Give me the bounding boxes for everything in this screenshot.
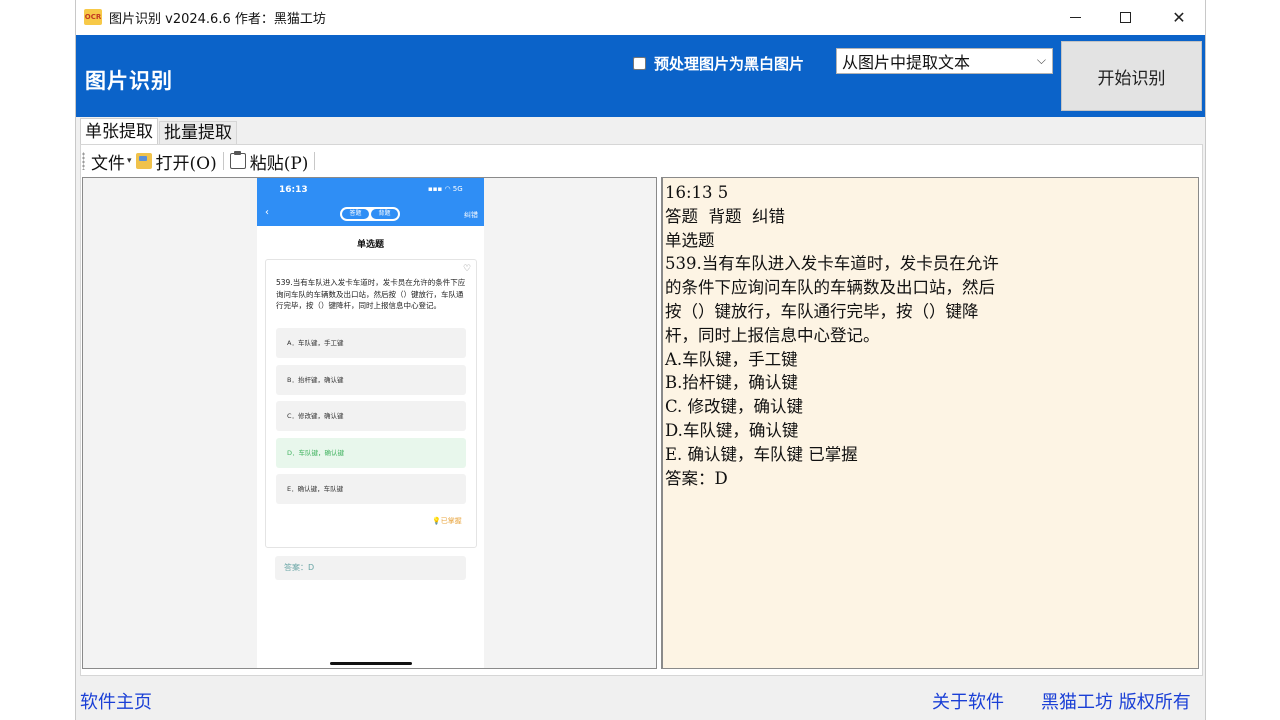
app-header: 图片识别 预处理图片为黑白图片 从图片中提取文本 ⌵ 开始识别 xyxy=(76,35,1205,117)
phone-option-correct: D．车队键，确认键 xyxy=(276,438,466,468)
lightbulb-icon: 💡 xyxy=(432,517,441,525)
clipboard-icon xyxy=(229,151,246,169)
ocr-result-text[interactable]: 16:13 5 答题 背题 纠错 单选题 539.当有车队进入发卡车道时，发卡员… xyxy=(665,181,999,490)
phone-option: C．修改键，确认键 xyxy=(276,401,466,431)
dropdown-arrow-icon: ▾ xyxy=(127,156,132,166)
open-button-label: 打开(O) xyxy=(155,153,217,174)
phone-fix-label: 纠错 xyxy=(464,211,478,219)
app-window: OCR 图片识别 v2024.6.6 作者：黑猫工坊 ✕ 图片识别 预处理图片为… xyxy=(75,0,1206,720)
toolbar-separator xyxy=(314,152,316,170)
phone-question-card: ♡ 539.当有车队进入发卡车道时，发卡员在允许的条件下应询问车队的车辆数及出口… xyxy=(265,259,477,548)
ocr-result-textbox[interactable]: 16:13 5 答题 背题 纠错 单选题 539.当有车队进入发卡车道时，发卡员… xyxy=(661,177,1199,669)
tab-batch-extract[interactable]: 批量提取 xyxy=(159,121,237,144)
preprocess-checkbox-label[interactable]: 预处理图片为黑白图片 xyxy=(654,53,804,74)
phone-home-indicator xyxy=(330,662,412,665)
paste-button-label: 粘贴(P) xyxy=(249,153,309,174)
ocr-app-icon: OCR xyxy=(84,9,102,25)
tab-strip: 单张提取 批量提取 xyxy=(80,118,237,144)
software-home-link[interactable]: 软件主页 xyxy=(80,688,152,714)
phone-option: B．抬杆键，确认键 xyxy=(276,365,466,395)
phone-toggle-memorize: 背题 xyxy=(371,209,398,219)
tab-single-extract[interactable]: 单张提取 xyxy=(80,118,158,144)
phone-heading: 单选题 xyxy=(356,240,384,250)
phone-time: 16:13 xyxy=(279,185,308,195)
file-menu-label: 文件 xyxy=(91,153,125,174)
maximize-button[interactable] xyxy=(1098,0,1152,35)
phone-option: A．车队键，手工键 xyxy=(276,328,466,358)
open-button[interactable]: 打开(O) xyxy=(135,149,217,174)
phone-option: E．确认键，车队键 xyxy=(276,474,466,504)
phone-mastered-label: 已掌握 xyxy=(440,517,462,525)
toolbar: 文件 ▾ 打开(O) 粘贴(P) xyxy=(80,148,321,174)
preprocess-checkbox-row[interactable]: 预处理图片为黑白图片 xyxy=(633,53,804,74)
title-bar: OCR 图片识别 v2024.6.6 作者：黑猫工坊 ✕ xyxy=(76,0,1205,35)
toolbar-separator xyxy=(222,152,224,170)
close-button[interactable]: ✕ xyxy=(1152,0,1206,35)
start-recognition-button[interactable]: 开始识别 xyxy=(1061,41,1202,111)
preprocess-checkbox[interactable] xyxy=(633,57,646,70)
phone-network: 5G xyxy=(452,185,463,193)
minimize-icon xyxy=(1069,16,1081,19)
close-icon: ✕ xyxy=(1172,8,1186,27)
header-title: 图片识别 xyxy=(85,69,173,93)
copyright-link[interactable]: 黑猫工坊 版权所有 xyxy=(1041,688,1191,714)
heart-icon: ♡ xyxy=(463,264,472,274)
phone-mode-toggle: 答题 背题 xyxy=(340,207,400,221)
phone-status-icons: ▪▪▪ ◠ 5G xyxy=(428,185,463,193)
phone-answer: 答案：D xyxy=(275,556,466,580)
phone-toggle-answer: 答题 xyxy=(342,209,369,219)
minimize-button[interactable] xyxy=(1048,0,1102,35)
preview-image: 16:13 ▪▪▪ ◠ 5G ‹ 答题 背题 纠错 单选题 ♡ 539.当有车队… xyxy=(257,178,484,668)
window-title: 图片识别 v2024.6.6 作者：黑猫工坊 xyxy=(109,12,326,27)
open-folder-icon xyxy=(135,153,152,169)
back-arrow-icon: ‹ xyxy=(265,207,269,218)
toolbar-grip[interactable] xyxy=(82,152,85,170)
phone-question-text: 539.当有车队进入发卡车道时，发卡员在允许的条件下应询问车队的车辆数及出口站，… xyxy=(276,278,466,310)
image-preview-panel[interactable]: 16:13 ▪▪▪ ◠ 5G ‹ 答题 背题 纠错 单选题 ♡ 539.当有车队… xyxy=(82,177,657,669)
chevron-down-icon: ⌵ xyxy=(1036,53,1046,67)
phone-mastered-badge: 💡已掌握 xyxy=(432,516,462,526)
mode-select-value: 从图片中提取文本 xyxy=(842,53,971,72)
about-software-link[interactable]: 关于软件 xyxy=(932,688,1004,714)
phone-header: 16:13 ▪▪▪ ◠ 5G ‹ 答题 背题 纠错 xyxy=(257,178,484,226)
mode-select[interactable]: 从图片中提取文本 ⌵ xyxy=(836,48,1053,74)
maximize-icon xyxy=(1119,12,1131,23)
file-menu-button[interactable]: 文件 ▾ xyxy=(91,149,136,174)
paste-button[interactable]: 粘贴(P) xyxy=(229,149,309,174)
